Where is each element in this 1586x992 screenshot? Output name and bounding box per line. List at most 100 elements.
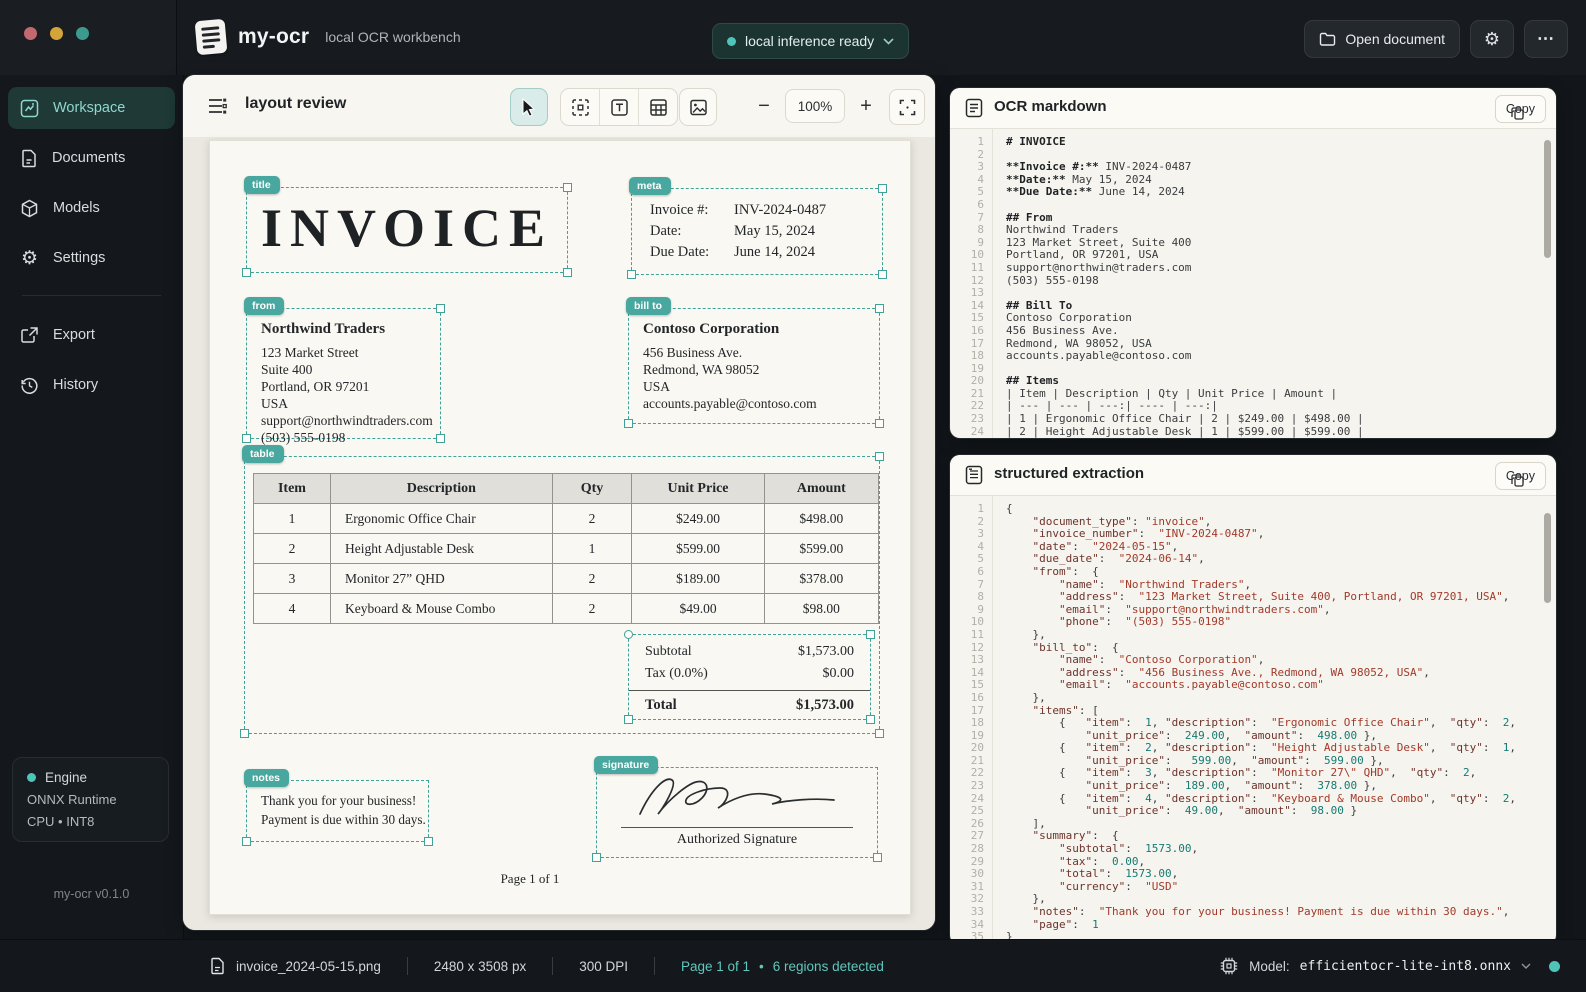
cube-icon xyxy=(20,199,39,218)
table-tool-button[interactable] xyxy=(639,89,677,125)
table-row: 2Height Adjustable Desk1$599.00$599.00 xyxy=(254,534,879,564)
resize-handle[interactable] xyxy=(242,268,251,277)
markdown-code-view[interactable]: 123456789101112131415161718192021222324 … xyxy=(950,128,1556,438)
image-icon xyxy=(689,98,708,117)
history-clock-icon xyxy=(20,376,39,395)
region-badge[interactable]: meta xyxy=(629,177,671,195)
text-tool-button[interactable] xyxy=(600,89,639,125)
region-badge[interactable]: title xyxy=(244,176,280,194)
close-traffic-light[interactable] xyxy=(24,27,37,40)
resize-handle[interactable] xyxy=(878,184,887,193)
resize-handle[interactable] xyxy=(866,715,875,724)
bbox-tool-button[interactable] xyxy=(561,89,600,125)
resize-handle[interactable] xyxy=(624,419,633,428)
region-badge[interactable]: signature xyxy=(594,756,658,774)
status-page: Page 1 of 1 xyxy=(681,959,750,974)
document-page[interactable]: title INVOICE meta Invoice #:INV-2024-04… xyxy=(209,140,911,915)
status-divider xyxy=(552,957,553,975)
model-label: Model: xyxy=(1249,959,1290,974)
resize-handle[interactable] xyxy=(873,853,882,862)
table-row: 3Monitor 27” QHD2$189.00$378.00 xyxy=(254,564,879,594)
copy-markdown-button[interactable]: Copy xyxy=(1495,95,1546,123)
scrollbar-thumb[interactable] xyxy=(1544,140,1551,258)
code-line: "email": "accounts.payable@contoso.com" xyxy=(1006,679,1556,692)
resize-handle[interactable] xyxy=(436,434,445,443)
minimize-traffic-light[interactable] xyxy=(50,27,63,40)
resize-handle[interactable] xyxy=(875,419,884,428)
resize-handle[interactable] xyxy=(866,630,875,639)
zoom-out-button[interactable]: − xyxy=(751,95,777,118)
resize-handle[interactable] xyxy=(878,270,887,279)
resize-handle[interactable] xyxy=(436,304,445,313)
copy-icon xyxy=(1511,473,1524,487)
document-canvas-panel: layout review − 100% xyxy=(183,75,935,930)
inference-status-dropdown[interactable]: local inference ready xyxy=(712,23,909,59)
sidebar-item-history[interactable]: History xyxy=(8,364,175,406)
copy-json-button[interactable]: Copy xyxy=(1495,462,1546,490)
summary-row: Subtotal$1,573.00 xyxy=(629,641,870,663)
region-signature[interactable]: signature Authorized Signature xyxy=(596,767,878,858)
ocr-markdown-panel: OCR markdown Copy 1234567891011121314151… xyxy=(950,88,1556,438)
canvas-viewport[interactable]: title INVOICE meta Invoice #:INV-2024-04… xyxy=(183,137,935,930)
sidebar-item-documents[interactable]: Documents xyxy=(8,137,175,179)
region-badge[interactable]: from xyxy=(244,297,284,315)
line-number: 23 xyxy=(950,413,984,426)
address-line: accounts.payable@contoso.com xyxy=(643,395,865,412)
image-tool-button[interactable] xyxy=(679,88,717,126)
sidebar-item-export[interactable]: Export xyxy=(8,314,175,356)
resize-handle[interactable] xyxy=(242,837,251,846)
resize-handle[interactable] xyxy=(624,715,633,724)
resize-handle[interactable] xyxy=(424,837,433,846)
layers-list-icon[interactable] xyxy=(207,96,228,116)
resize-handle[interactable] xyxy=(563,183,572,192)
region-from[interactable]: from Northwind Traders 123 Market Street… xyxy=(246,308,441,439)
zoom-in-button[interactable]: + xyxy=(853,95,879,118)
resize-handle[interactable] xyxy=(875,729,884,738)
resize-handle[interactable] xyxy=(563,268,572,277)
model-selector[interactable]: Model: efficientocr-lite-int8.onnx xyxy=(1219,940,1560,992)
region-meta[interactable]: meta Invoice #:INV-2024-0487Date:May 15,… xyxy=(631,188,883,275)
json-code-view[interactable]: 1234567891011121314151617181920212223242… xyxy=(950,495,1556,945)
table-row: 1Ergonomic Office Chair2$249.00$498.00 xyxy=(254,504,879,534)
table-cell: $378.00 xyxy=(764,564,878,594)
signature-block: Authorized Signature xyxy=(597,768,877,848)
line-number: 8 xyxy=(950,591,984,604)
status-filename: invoice_2024-05-15.png xyxy=(236,959,381,974)
sidebar-item-settings[interactable]: ⚙ Settings xyxy=(8,237,175,279)
sidebar-item-label: Workspace xyxy=(53,100,125,116)
line-number: 13 xyxy=(950,654,984,667)
region-summary[interactable]: Subtotal$1,573.00Tax (0.0%)$0.00Total$1,… xyxy=(628,634,871,720)
resize-handle[interactable] xyxy=(627,270,636,279)
line-number: 18 xyxy=(950,717,984,730)
region-notes[interactable]: notes Thank you for your business!Paymen… xyxy=(246,780,429,842)
resize-handle[interactable] xyxy=(240,729,249,738)
resize-handle[interactable] xyxy=(624,630,633,639)
settings-button[interactable]: ⚙ xyxy=(1470,20,1514,58)
folder-icon xyxy=(1319,32,1336,46)
sidebar-item-workspace[interactable]: Workspace xyxy=(8,87,175,129)
region-badge[interactable]: bill to xyxy=(626,297,671,315)
region-title[interactable]: title INVOICE xyxy=(246,187,568,273)
table-cell: Height Adjustable Desk xyxy=(330,534,552,564)
markdown-lines: # INVOICE **Invoice #:** INV-2024-0487**… xyxy=(993,128,1556,438)
select-tool-button[interactable] xyxy=(510,88,548,126)
region-badge[interactable]: notes xyxy=(244,769,289,787)
resize-handle[interactable] xyxy=(875,452,884,461)
structured-extraction-panel: structured extraction Copy 1234567891011… xyxy=(950,455,1556,945)
sidebar-item-models[interactable]: Models xyxy=(8,187,175,229)
model-status-dot xyxy=(1549,961,1560,972)
scrollbar-thumb[interactable] xyxy=(1544,513,1551,603)
region-badge[interactable]: table xyxy=(242,445,284,463)
table-row: 4Keyboard & Mouse Combo2$49.00$98.00 xyxy=(254,594,879,624)
zoom-level[interactable]: 100% xyxy=(785,89,845,123)
more-options-button[interactable]: ⋯ xyxy=(1524,20,1568,58)
resize-handle[interactable] xyxy=(875,304,884,313)
code-line: 456 Business Ave. xyxy=(1006,325,1556,338)
zoom-traffic-light[interactable] xyxy=(76,27,89,40)
region-bill-to[interactable]: bill to Contoso Corporation 456 Business… xyxy=(628,308,880,424)
fit-to-screen-button[interactable] xyxy=(889,89,925,125)
sidebar-item-label: Export xyxy=(53,327,95,343)
open-document-button[interactable]: Open document xyxy=(1304,20,1460,58)
resize-handle[interactable] xyxy=(242,434,251,443)
resize-handle[interactable] xyxy=(592,853,601,862)
